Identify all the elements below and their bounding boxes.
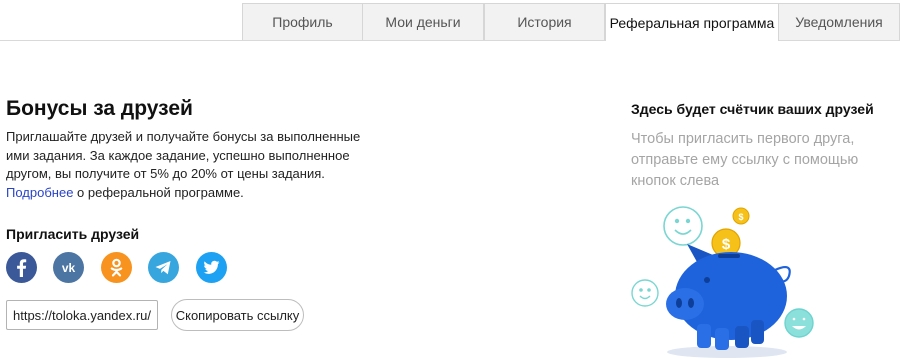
pig-body [666, 244, 791, 350]
friends-counter-title: Здесь будет счётчик ваших друзей [631, 101, 874, 117]
piggy-bank-illustration: $ $ [625, 200, 815, 363]
description-text: Приглашайте друзей и получайте бонусы за… [6, 129, 361, 181]
copy-link-button[interactable]: Скопировать ссылку [171, 299, 304, 331]
svg-text:vk: vk [62, 261, 76, 275]
friends-counter-hint: Чтобы пригласить первого друга, отправьт… [631, 131, 859, 189]
smiley-left-icon [631, 279, 659, 307]
smiley-top-icon [663, 206, 703, 246]
twitter-share-button[interactable] [196, 252, 227, 283]
telegram-share-button[interactable] [148, 252, 179, 283]
tab-bar: Профиль Мои деньги История Реферальная п… [0, 0, 900, 41]
vk-share-button[interactable]: vk [53, 252, 84, 283]
svg-text:$: $ [722, 236, 731, 253]
bonus-description: Приглашайте друзей и получайте бонусы за… [6, 128, 376, 202]
tab-profile[interactable]: Профиль [242, 3, 363, 40]
page-title: Бонусы за друзей [6, 97, 193, 120]
referral-link-input[interactable] [6, 300, 158, 330]
description-tail: о реферальной программе. [77, 184, 244, 200]
more-link[interactable]: Подробнее [6, 185, 73, 200]
tab-notifications[interactable]: Уведомления [778, 3, 900, 40]
tab-referral-program[interactable]: Реферальная программа [605, 3, 779, 41]
facebook-share-button[interactable] [6, 252, 37, 283]
facebook-icon [17, 259, 27, 277]
tab-history[interactable]: История [484, 3, 605, 40]
odnoklassniki-share-button[interactable] [101, 252, 132, 283]
twitter-icon [203, 260, 220, 274]
odnoklassniki-icon [110, 258, 123, 277]
svg-text:$: $ [738, 212, 743, 222]
telegram-icon [155, 261, 171, 275]
tab-my-money[interactable]: Мои деньги [362, 3, 484, 40]
piggy-bank-icon: $ $ [631, 206, 814, 358]
smiley-right-icon [784, 308, 814, 338]
coin-small-icon: $ [732, 207, 750, 225]
vk-icon: vk [62, 261, 76, 275]
invite-friends-title: Пригласить друзей [6, 226, 140, 242]
